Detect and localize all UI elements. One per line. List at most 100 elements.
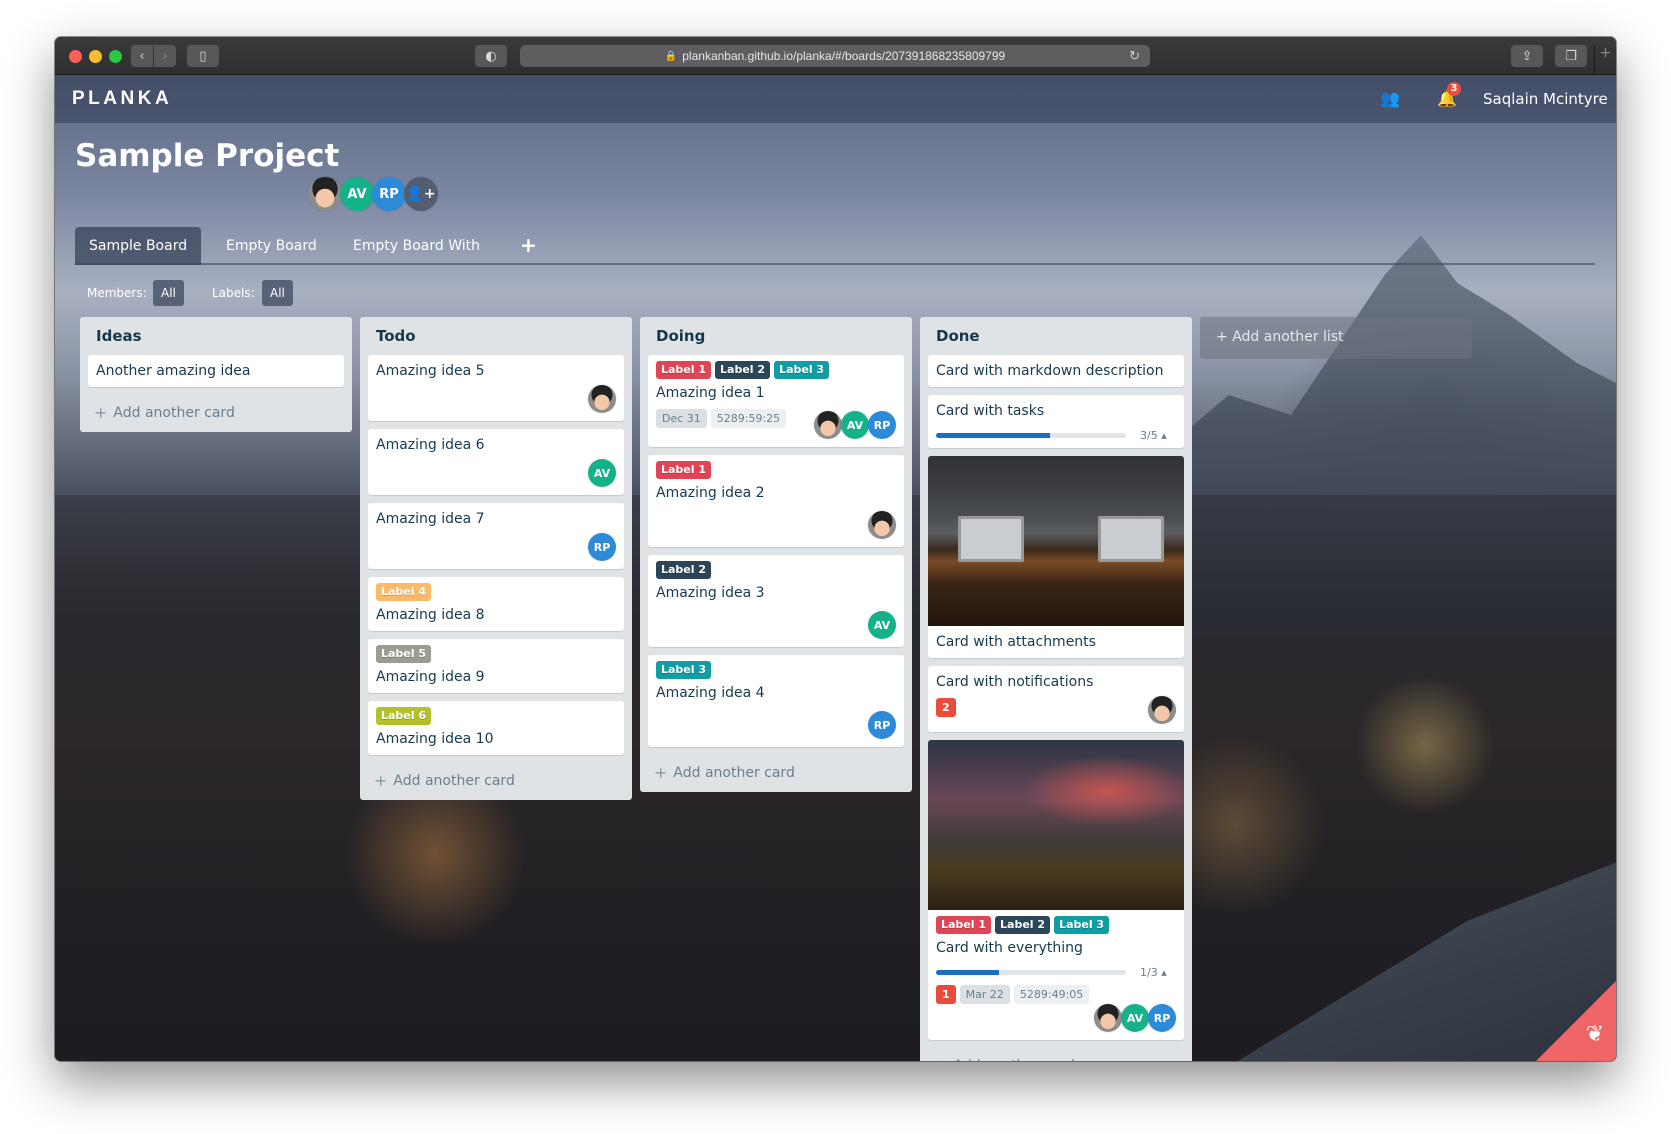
list-done: Done Card with markdown description Card…: [920, 317, 1192, 1061]
timer-badge: 5289:49:05: [1013, 985, 1090, 1004]
back-arrow-icon[interactable]: ‹: [131, 45, 153, 67]
card[interactable]: Label 3 Amazing idea 4 RP: [648, 655, 904, 747]
plus-icon: +: [934, 1056, 947, 1061]
card[interactable]: Label 1 Amazing idea 2: [648, 455, 904, 547]
project-member-avatar-rp[interactable]: RP: [372, 177, 406, 211]
card[interactable]: Label 1 Label 2 Label 3 Amazing idea 1 D…: [648, 355, 904, 447]
card[interactable]: Card with markdown description: [928, 355, 1184, 387]
list-title[interactable]: Done: [928, 317, 1184, 355]
tasks-count[interactable]: 1/3 ▴: [1140, 966, 1167, 979]
member-avatar-av: AV: [588, 459, 616, 487]
tasks-progress-bar: [936, 433, 1126, 438]
card-title: Card with tasks: [936, 403, 1045, 419]
card[interactable]: Amazing idea 5: [368, 355, 624, 421]
card-label: Label 1: [656, 461, 712, 479]
labels-filter-button[interactable]: All: [262, 280, 293, 306]
maximize-window-button[interactable]: [109, 50, 122, 63]
address-bar[interactable]: 🔒 plankanban.github.io/planka/#/boards/2…: [520, 45, 1150, 67]
plus-icon: +: [374, 771, 388, 790]
users-icon[interactable]: 👥: [1380, 89, 1400, 108]
card-title: Amazing idea 10: [376, 731, 494, 747]
member-avatar-av: AV: [1121, 1004, 1149, 1032]
close-window-button[interactable]: [69, 50, 82, 63]
list-doing: Doing Label 1 Label 2 Label 3 Amazing id…: [640, 317, 912, 792]
member-avatar-rp: RP: [588, 533, 616, 561]
sidebar-toggle-icon[interactable]: ▯: [187, 45, 219, 67]
forward-arrow-icon[interactable]: ›: [154, 45, 176, 67]
add-member-icon[interactable]: 👤+: [404, 177, 438, 211]
card-label: Label 3: [1054, 916, 1110, 934]
add-card-button[interactable]: + Add another card: [368, 763, 624, 794]
card-cover-image: [928, 456, 1184, 626]
card[interactable]: Label 4 Amazing idea 8: [368, 577, 624, 631]
add-card-label: Add another card: [953, 1058, 1074, 1062]
members-filter-button[interactable]: All: [153, 280, 184, 306]
timer-badge: 5289:59:25: [710, 409, 787, 428]
add-card-button[interactable]: + Add another card: [88, 395, 344, 426]
card[interactable]: Card with notifications 2: [928, 666, 1184, 732]
new-tab-icon[interactable]: +: [1594, 45, 1616, 75]
card-title: Amazing idea 6: [376, 437, 485, 453]
list-title[interactable]: Doing: [648, 317, 904, 355]
card-title: Amazing idea 3: [656, 585, 765, 601]
card-title: Amazing idea 4: [656, 685, 765, 701]
browser-window: ‹ › ▯ ◐ 🔒 plankanban.github.io/planka/#/…: [55, 37, 1616, 1061]
member-avatar-rp: RP: [868, 411, 896, 439]
tab-label: Empty Board: [226, 238, 317, 254]
member-avatar-photo: [1094, 1004, 1122, 1032]
card[interactable]: Card with attachments: [928, 456, 1184, 658]
member-avatar-rp: RP: [1148, 1004, 1176, 1032]
card[interactable]: Label 2 Amazing idea 3 AV: [648, 555, 904, 647]
card[interactable]: Label 6 Amazing idea 10: [368, 701, 624, 755]
minimize-window-button[interactable]: [89, 50, 102, 63]
member-avatar-photo: [588, 385, 616, 413]
user-menu[interactable]: Saqlain Mcintyre: [1483, 90, 1608, 108]
card-title: Card with markdown description: [936, 363, 1164, 379]
tab-empty-board[interactable]: Empty Board: [212, 227, 331, 265]
app-header: PLANKA 👥 🔔 3 Saqlain Mcintyre: [55, 75, 1616, 123]
card[interactable]: Amazing idea 7 RP: [368, 503, 624, 569]
logo[interactable]: PLANKA: [72, 88, 172, 110]
members-filter-label: Members:: [87, 286, 147, 300]
project-title[interactable]: Sample Project: [75, 138, 339, 174]
project-member-avatar-av[interactable]: AV: [340, 177, 374, 211]
tasks-progress-fill: [936, 970, 1000, 975]
card-label: Label 5: [376, 645, 432, 663]
tab-sample-board[interactable]: Sample Board: [75, 227, 202, 265]
lock-icon: 🔒: [664, 50, 678, 62]
add-card-label: Add another card: [113, 404, 235, 421]
add-card-button[interactable]: + Add another card: [648, 755, 904, 786]
card-title: Amazing idea 9: [376, 669, 485, 685]
card-label: Label 4: [376, 583, 432, 601]
list-title[interactable]: Ideas: [88, 317, 344, 355]
privacy-shield-icon[interactable]: ◐: [475, 45, 507, 67]
card-title: Card with notifications: [936, 674, 1094, 690]
tab-overview-icon[interactable]: ❐: [1555, 45, 1587, 67]
card[interactable]: Label 1 Label 2 Label 3 Card with everyt…: [928, 740, 1184, 1040]
card-title: Amazing idea 1: [656, 385, 765, 401]
plus-icon: +: [94, 403, 108, 422]
member-avatar-av: AV: [868, 611, 896, 639]
tab-label: Sample Board: [89, 238, 188, 254]
member-avatar-rp: RP: [868, 711, 896, 739]
card[interactable]: Another amazing idea: [88, 355, 344, 387]
card[interactable]: Card with tasks 3/5 ▴: [928, 395, 1184, 448]
card-label: Label 2: [995, 916, 1051, 934]
tab-empty-board-with[interactable]: Empty Board With: [339, 227, 494, 265]
list-todo: Todo Amazing idea 5 Amazing idea 6 AV Am…: [360, 317, 632, 800]
tasks-progress-fill: [936, 433, 1050, 438]
due-date-badge: Dec 31: [656, 409, 707, 428]
tasks-count[interactable]: 3/5 ▴: [1140, 429, 1167, 442]
project-member-avatar-photo[interactable]: [308, 177, 342, 211]
reload-icon[interactable]: ↻: [1129, 48, 1140, 64]
card-label: Label 1: [936, 916, 992, 934]
add-list-button[interactable]: + Add another list: [1200, 317, 1472, 359]
add-board-icon[interactable]: +: [520, 233, 537, 257]
share-icon[interactable]: ⇪: [1511, 45, 1543, 67]
add-card-button[interactable]: + Add another card: [928, 1048, 1184, 1061]
list-title[interactable]: Todo: [368, 317, 624, 355]
card-title: Card with everything: [936, 940, 1083, 956]
member-avatar-av: AV: [841, 411, 869, 439]
card[interactable]: Amazing idea 6 AV: [368, 429, 624, 495]
card[interactable]: Label 5 Amazing idea 9: [368, 639, 624, 693]
